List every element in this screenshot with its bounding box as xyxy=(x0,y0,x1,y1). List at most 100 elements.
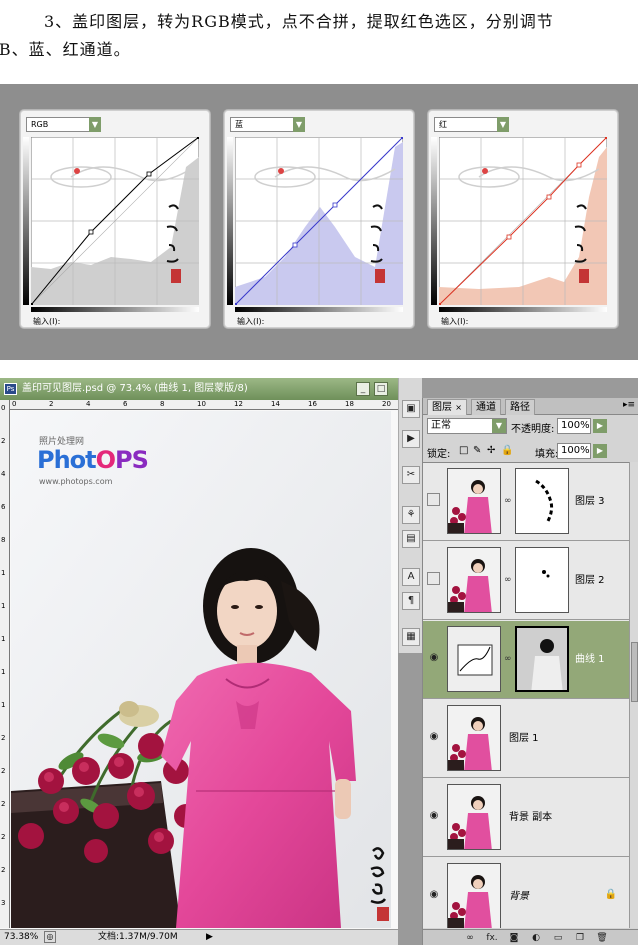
layer-row[interactable]: ∞ 图层 2 xyxy=(423,542,629,620)
histogram-tool-icon[interactable]: ▣ xyxy=(402,400,420,418)
curve-point xyxy=(146,171,152,177)
scissors-tool-icon[interactable]: ✂ xyxy=(402,466,420,484)
visibility-toggle[interactable] xyxy=(427,493,440,506)
blend-row: 正常 ▼ 不透明度: 100% ▶ xyxy=(423,418,638,436)
curves-panel-red: 红 ▼ 输入(I): xyxy=(428,110,618,328)
tab-paths[interactable]: 路径 xyxy=(505,399,535,415)
opacity-input[interactable]: 100% xyxy=(557,418,591,434)
layer-thumbnail xyxy=(447,784,501,850)
channel-select-value: 蓝 xyxy=(235,120,243,129)
status-arrow-icon[interactable]: ▶ xyxy=(206,930,213,945)
ruler-top-number: 10 xyxy=(197,400,206,408)
layer-row[interactable]: ◉ 图层 1 xyxy=(423,700,629,778)
folder-icon[interactable]: ▭ xyxy=(551,932,565,944)
layer-thumbnail xyxy=(447,863,501,928)
curve-point xyxy=(292,242,298,248)
curves-panel-blue: 蓝 ▼ 输入(I): xyxy=(224,110,414,328)
notes-tool-icon[interactable]: ▤ xyxy=(402,530,420,548)
layer-row[interactable]: ∞ 图层 3 xyxy=(423,463,629,541)
paragraph-tool-icon[interactable]: ¶ xyxy=(402,592,420,610)
input-gradient xyxy=(235,307,403,312)
tab-channels[interactable]: 通道 xyxy=(471,399,501,415)
curve-graph[interactable] xyxy=(235,137,403,305)
layer-scrollbar[interactable] xyxy=(629,462,638,928)
layers-tabs: 图层 × 通道 路径 ▸≡ xyxy=(423,398,638,415)
link-icon[interactable]: ∞ xyxy=(504,654,512,664)
layer-mask-thumbnail[interactable] xyxy=(515,626,569,692)
chevron-down-icon[interactable]: ▼ xyxy=(497,117,509,132)
tab-layers[interactable]: 图层 × xyxy=(427,399,467,415)
stamp-tool-icon[interactable]: ⚘ xyxy=(402,506,420,524)
layer-mask-thumbnail[interactable] xyxy=(515,468,569,534)
ruler-top-number: 0 xyxy=(12,400,17,408)
document-titlebar[interactable]: Ps 盖印可见图层.psd @ 73.4% (曲线 1, 图层蒙版/8) _ □ xyxy=(0,378,398,400)
link-icon[interactable]: ∞ xyxy=(504,575,512,585)
new-layer-icon[interactable]: ❐ xyxy=(573,932,587,944)
scrollbar-thumb[interactable] xyxy=(631,642,638,702)
opacity-arrow-icon[interactable]: ▶ xyxy=(593,419,607,433)
grid-tool-icon[interactable]: ▦ xyxy=(402,628,420,646)
instruction-line-1: 3、盖印图层，转为RGB模式，点不合拼，提取红色选区，分别调节 xyxy=(44,12,554,31)
lock-all-icon[interactable]: 🔒 xyxy=(501,445,513,456)
minimize-button[interactable]: _ xyxy=(356,382,370,396)
curve-graph[interactable] xyxy=(439,137,607,305)
curve-point xyxy=(332,202,338,208)
photoshop-workspace: Ps 盖印可见图层.psd @ 73.4% (曲线 1, 图层蒙版/8) _ □… xyxy=(0,378,638,945)
lock-transparent-icon[interactable]: □ xyxy=(459,445,468,456)
visibility-toggle[interactable] xyxy=(427,572,440,585)
input-label: 输入(I): xyxy=(441,317,469,326)
curve-graph[interactable] xyxy=(31,137,199,305)
document-canvas[interactable]: 照片处理网 PhotOPS www.photops.com xyxy=(11,411,391,928)
lock-position-icon[interactable]: ✢ xyxy=(487,445,495,456)
layer-row[interactable]: ◉ 背景 🔒 xyxy=(423,858,629,928)
channel-select[interactable]: 蓝 ▼ xyxy=(230,117,305,132)
ruler-left[interactable]: 0 2 4 6 8 1 1 1 1 1 2 2 2 2 2 3 xyxy=(0,400,10,928)
channel-select[interactable]: 红 ▼ xyxy=(434,117,509,132)
layer-mask-thumbnail[interactable] xyxy=(515,547,569,613)
seal-mark xyxy=(375,269,385,283)
curve-endpoint xyxy=(401,137,403,139)
eye-icon[interactable]: ◉ xyxy=(428,810,440,822)
link-icon[interactable]: ∞ xyxy=(504,496,512,506)
seal-mark xyxy=(171,269,181,283)
eye-icon[interactable]: ◉ xyxy=(428,652,440,664)
channel-select-value: 红 xyxy=(439,120,447,129)
fill-arrow-icon[interactable]: ▶ xyxy=(593,444,607,458)
fill-input[interactable]: 100% xyxy=(557,443,591,459)
chevron-down-icon[interactable]: ▼ xyxy=(492,419,506,433)
chevron-down-icon[interactable]: ▼ xyxy=(293,117,305,132)
channel-select[interactable]: RGB ▼ xyxy=(26,117,101,132)
ruler-top[interactable]: 0 2 4 6 8 10 12 14 16 18 20 xyxy=(10,400,398,410)
layer-row[interactable]: ◉ 背景 副本 xyxy=(423,779,629,857)
link-icon[interactable]: ∞ xyxy=(463,932,477,944)
status-menu-icon[interactable]: ◎ xyxy=(44,931,56,943)
mask-icon[interactable]: ◙ xyxy=(507,932,521,944)
tab-layers-label: 图层 xyxy=(432,402,452,413)
ruler-left-number: 4 xyxy=(1,470,6,478)
chevron-down-icon[interactable]: ▼ xyxy=(89,117,101,132)
trash-icon[interactable]: 🗑 xyxy=(595,932,609,944)
panel-menu-icon[interactable]: ▸≡ xyxy=(623,400,635,410)
close-icon[interactable]: × xyxy=(455,403,462,412)
instruction-text: 3、盖印图层，转为RGB模式，点不合拼，提取红色选区，分别调节 RGB、蓝、红通… xyxy=(0,8,630,64)
adjustment-icon[interactable]: ◐ xyxy=(529,932,543,944)
lock-row: 锁定: □ ✎ ✢ 🔒 填充: 100% ▶ xyxy=(423,443,638,461)
curves-adjustment-thumb xyxy=(447,626,501,692)
zoom-level[interactable]: 73.38% xyxy=(4,930,38,945)
maximize-button[interactable]: □ xyxy=(374,382,388,396)
layers-panel: 图层 × 通道 路径 ▸≡ 正常 ▼ 不透明度: 100% ▶ 锁定: □ ✎ ✢… xyxy=(422,398,638,945)
text-tool-icon[interactable]: A xyxy=(402,568,420,586)
blend-mode-select[interactable]: 正常 ▼ xyxy=(427,418,507,434)
instruction-line-2: RGB、蓝、红通道。 xyxy=(0,40,131,59)
output-gradient xyxy=(431,137,437,305)
lock-pixels-icon[interactable]: ✎ xyxy=(473,445,481,456)
eye-icon[interactable]: ◉ xyxy=(428,731,440,743)
status-bar: 73.38% ◎ 文档:1.37M/9.70M ▶ xyxy=(0,929,398,945)
ruler-top-number: 20 xyxy=(382,400,391,408)
eye-icon[interactable]: ◉ xyxy=(428,889,440,901)
photo-image xyxy=(11,411,391,928)
fx-icon[interactable]: fx. xyxy=(485,932,499,944)
play-tool-icon[interactable]: ▶ xyxy=(402,430,420,448)
layer-row[interactable]: ◉ ∞ 曲线 1 xyxy=(423,621,629,699)
output-gradient xyxy=(227,137,233,305)
